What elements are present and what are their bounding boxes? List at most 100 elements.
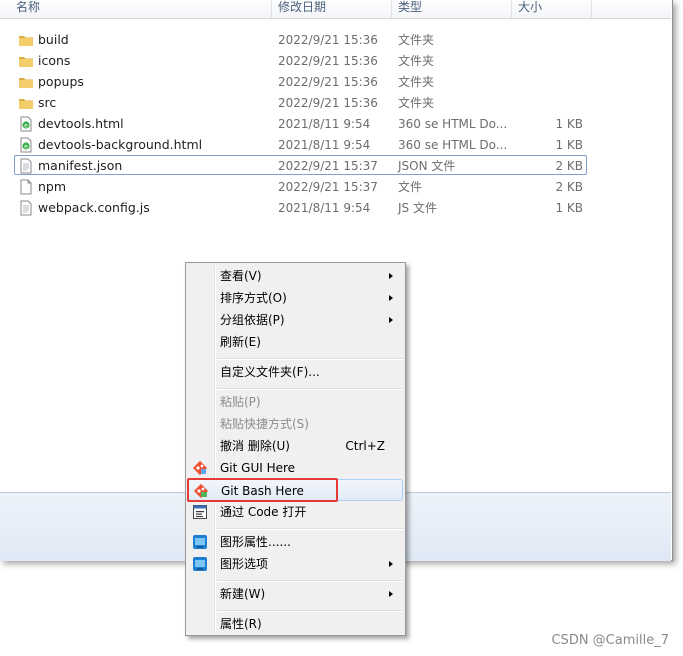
file-size: 2 KB (555, 159, 583, 173)
file-date: 2021/8/11 9:54 (278, 117, 371, 131)
menu-item-view[interactable]: 查看(V) (188, 265, 403, 287)
menu-item-label: 查看(V) (220, 269, 262, 283)
file-row[interactable]: manifest.json 2022/9/21 15:37 JSON 文件 2 KB (14, 155, 587, 175)
menu-item-label: 分组依据(P) (220, 313, 285, 327)
file-name: webpack.config.js (38, 200, 150, 215)
file-name: icons (38, 53, 71, 68)
file-name: devtools-background.html (38, 137, 203, 152)
folder-icon (18, 32, 34, 48)
menu-item-open-with-code[interactable]: 通过 Code 打开 (188, 501, 403, 523)
file-type: JSON 文件 (398, 159, 456, 173)
folder-icon (18, 74, 34, 90)
file-name: devtools.html (38, 116, 124, 131)
vscode-icon (192, 504, 208, 520)
menu-item-label: 图形选项 (220, 557, 269, 571)
menu-separator (217, 528, 403, 530)
file-size: 2 KB (555, 180, 583, 194)
menu-item-label: 排序方式(O) (220, 291, 287, 305)
file-type: 文件夹 (398, 54, 435, 68)
file-row[interactable]: icons 2022/9/21 15:36 文件夹 (14, 50, 587, 70)
file-date: 2021/8/11 9:54 (278, 138, 371, 152)
file-row[interactable]: popups 2022/9/21 15:36 文件夹 (14, 71, 587, 91)
file-type: 文件夹 (398, 75, 435, 89)
file-date: 2022/9/21 15:37 (278, 180, 378, 194)
file-row[interactable]: build 2022/9/21 15:36 文件夹 (14, 29, 587, 49)
folder-icon (18, 53, 34, 69)
svg-text:e: e (24, 122, 28, 129)
file-date: 2021/8/11 9:54 (278, 201, 371, 215)
file-row[interactable]: e devtools.html 2021/8/11 9:54 360 se HTML … (14, 113, 587, 133)
menu-item-properties[interactable]: 属性(R) (188, 613, 403, 635)
file-date: 2022/9/21 15:36 (278, 54, 378, 68)
menu-item-label: 粘贴(P) (220, 395, 261, 409)
file-name: popups (38, 74, 84, 89)
submenu-arrow-icon (389, 273, 393, 279)
submenu-arrow-icon (389, 591, 393, 597)
column-size[interactable]: 大小 (512, 0, 592, 18)
file-row[interactable]: webpack.config.js 2021/8/11 9:54 JS 文件 1 KB (14, 197, 587, 217)
menu-item-label: Git GUI Here (220, 461, 296, 475)
intel-graphics-icon (192, 556, 208, 572)
file-name: manifest.json (38, 158, 123, 173)
file-name: build (38, 32, 69, 47)
submenu-arrow-icon (389, 295, 393, 301)
text-file-icon (18, 158, 34, 174)
menu-item-refresh[interactable]: 刷新(E) (188, 331, 403, 353)
highlight-box (187, 478, 338, 502)
file-name: src (38, 95, 57, 110)
file-row[interactable]: npm 2022/9/21 15:37 文件 2 KB (14, 176, 587, 196)
menu-item-shortcut: Ctrl+Z (345, 439, 385, 453)
file-size: 1 KB (555, 117, 583, 131)
menu-separator (217, 358, 403, 360)
folder-icon (18, 95, 34, 111)
file-row[interactable]: src 2022/9/21 15:36 文件夹 (14, 92, 587, 112)
menu-item-paste-shortcut[interactable]: 粘贴快捷方式(S) (188, 413, 403, 435)
menu-item-new[interactable]: 新建(W) (188, 583, 403, 605)
file-date: 2022/9/21 15:36 (278, 96, 378, 110)
submenu-arrow-icon (389, 561, 393, 567)
menu-item-graphics-options[interactable]: 图形选项 (188, 553, 403, 575)
file-type: 文件 (398, 180, 423, 194)
menu-item-undo-delete[interactable]: 撤消 删除(U) Ctrl+Z (188, 435, 403, 457)
menu-item-sort[interactable]: 排序方式(O) (188, 287, 403, 309)
file-date: 2022/9/21 15:36 (278, 33, 378, 47)
submenu-arrow-icon (389, 317, 393, 323)
file-type: 360 se HTML Do... (398, 117, 508, 131)
menu-item-paste[interactable]: 粘贴(P) (188, 391, 403, 413)
menu-item-label: 自定义文件夹(F)... (220, 365, 320, 379)
menu-item-label: 通过 Code 打开 (220, 505, 307, 519)
menu-item-label: 新建(W) (220, 587, 266, 601)
file-size: 1 KB (555, 138, 583, 152)
file-name: npm (38, 179, 67, 194)
file-type: 文件夹 (398, 96, 435, 110)
column-name[interactable]: 名称 (10, 0, 272, 18)
column-date[interactable]: 修改日期 (272, 0, 392, 18)
menu-item-group[interactable]: 分组依据(P) (188, 309, 403, 331)
file-size: 1 KB (555, 201, 583, 215)
watermark: CSDN @Camille_7 (551, 633, 669, 648)
menu-item-graphics-properties[interactable]: 图形属性...... (188, 531, 403, 553)
intel-graphics-icon (192, 534, 208, 550)
menu-item-label: 属性(R) (220, 617, 262, 631)
column-header: 名称 修改日期 类型 大小 (0, 0, 671, 19)
menu-separator (217, 580, 403, 582)
git-gui-icon (192, 460, 208, 476)
file-row[interactable]: e devtools-background.html 2021/8/11 9:54 3… (14, 134, 587, 154)
menu-separator (217, 610, 403, 612)
column-type[interactable]: 类型 (392, 0, 512, 18)
file-type: JS 文件 (398, 201, 437, 215)
file-type: 360 se HTML Do... (398, 138, 508, 152)
file-type: 文件夹 (398, 33, 435, 47)
file-date: 2022/9/21 15:37 (278, 159, 378, 173)
menu-item-label: 粘贴快捷方式(S) (220, 417, 309, 431)
menu-item-git-gui[interactable]: Git GUI Here (188, 457, 403, 479)
menu-item-label: 图形属性...... (220, 535, 291, 549)
context-menu: 查看(V) 排序方式(O) 分组依据(P) 刷新(E) 自定义文件夹(F)...… (185, 262, 406, 636)
menu-item-label: 刷新(E) (220, 335, 261, 349)
menu-item-label: 撤消 删除(U) (220, 439, 290, 453)
html-file-icon: e (18, 116, 34, 132)
text-file-icon (18, 200, 34, 216)
menu-item-customize[interactable]: 自定义文件夹(F)... (188, 361, 403, 383)
menu-separator (217, 388, 403, 390)
blank-file-icon (18, 179, 34, 195)
